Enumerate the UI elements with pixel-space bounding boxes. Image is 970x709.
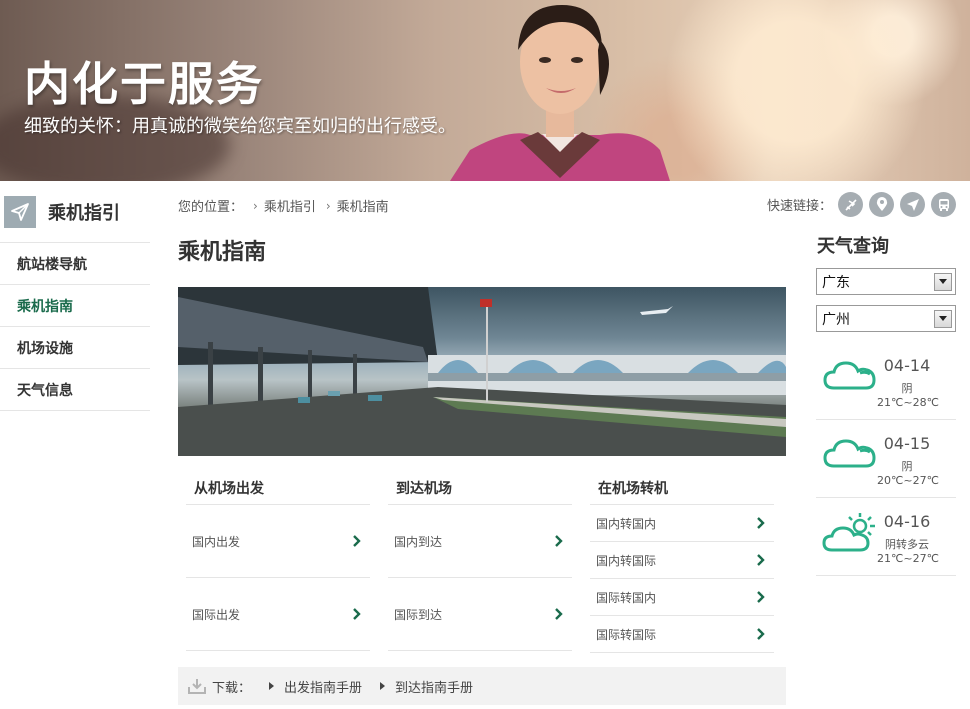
sidebar-item-terminal-nav[interactable]: 航站楼导航	[0, 243, 150, 285]
paper-plane-icon	[4, 195, 36, 228]
link-label: 国内转国际	[596, 553, 657, 568]
weather-condition: 阴转多云	[885, 538, 929, 551]
link-label: 国际到达	[394, 607, 443, 622]
weather-title: 天气查询	[817, 236, 889, 257]
dropdown-arrow-icon	[934, 309, 952, 328]
link-label: 国际转国际	[596, 627, 657, 642]
triangle-right-icon	[380, 682, 386, 690]
sidebar-title: 乘机指引	[48, 202, 120, 224]
weather-panel: 天气查询 广东 广州 04-14 阴 21℃~28℃ 04-15 阴 20℃~2…	[816, 232, 956, 576]
weather-day: 04-14 阴 21℃~28℃	[816, 342, 956, 420]
province-value: 广东	[822, 274, 850, 291]
city-value: 广州	[822, 311, 850, 328]
column-heading: 到达机场	[388, 468, 572, 505]
download-label: 下载：	[212, 680, 252, 696]
banner-attendant-image	[450, 5, 670, 181]
chevron-right-icon	[757, 517, 765, 529]
weather-day: 04-16 阴转多云 21℃~27℃	[816, 498, 956, 576]
breadcrumb-prefix: 您的位置：	[178, 200, 244, 215]
link-international-departure[interactable]: 国际出发	[186, 578, 370, 651]
link-label: 国际转国内	[596, 590, 657, 605]
column-departure: 从机场出发 国内出发 国际出发	[186, 468, 370, 651]
sidebar-item-facilities[interactable]: 机场设施	[0, 327, 150, 369]
sidebar: 乘机指引 航站楼导航 乘机指南 机场设施 天气信息	[0, 181, 150, 411]
link-domestic-departure[interactable]: 国内出发	[186, 505, 370, 578]
chevron-right-icon	[555, 608, 563, 620]
weather-temp: 21℃~27℃	[877, 552, 939, 565]
sidebar-header: 乘机指引	[0, 181, 150, 243]
triangle-right-icon	[269, 682, 275, 690]
download-arrival-guide[interactable]: 到达指南手册	[395, 677, 473, 696]
breadcrumb-separator-icon: ›	[253, 198, 258, 213]
plane-icon[interactable]	[838, 192, 863, 217]
column-heading: 在机场转机	[590, 468, 774, 505]
column-arrival: 到达机场 国内到达 国际到达	[388, 468, 572, 651]
link-label: 国际出发	[192, 607, 241, 622]
link-label: 国内出发	[192, 534, 241, 549]
chevron-right-icon	[757, 591, 765, 603]
breadcrumb-item-guide[interactable]: 乘机指南	[337, 196, 389, 215]
download-departure-guide[interactable]: 出发指南手册	[284, 677, 362, 696]
banner-title: 内化于服务	[24, 57, 264, 111]
navigation-arrow-icon[interactable]	[900, 192, 925, 217]
header-banner: 内化于服务 细致的关怀：用真诚的微笑给您宾至如归的出行感受。	[0, 0, 970, 181]
breadcrumb-separator-icon: ›	[325, 198, 331, 213]
weather-condition: 阴	[901, 460, 913, 473]
airport-hero-image	[178, 287, 786, 456]
chevron-right-icon	[757, 554, 765, 566]
weather-temp: 21℃~28℃	[877, 396, 939, 409]
weather-temp: 20℃~27℃	[877, 474, 939, 487]
weather-date: 04-14	[883, 356, 931, 375]
column-heading: 从机场出发	[186, 468, 370, 505]
chevron-right-icon	[353, 608, 361, 620]
column-transfer: 在机场转机 国内转国内 国内转国际 国际转国内 国际转国际	[590, 468, 774, 653]
link-international-to-domestic[interactable]: 国际转国内	[590, 579, 774, 616]
breadcrumb: 您的位置： › 乘机指引 › 乘机指南	[178, 196, 389, 216]
chevron-right-icon	[555, 535, 563, 547]
breadcrumb-item-boarding[interactable]: 乘机指引	[264, 196, 316, 215]
page-title: 乘机指南	[178, 240, 267, 265]
city-select[interactable]: 广州	[816, 305, 956, 332]
link-domestic-to-international[interactable]: 国内转国际	[590, 542, 774, 579]
quick-links: 快速链接：	[767, 192, 956, 217]
location-pin-icon[interactable]	[869, 192, 894, 217]
link-label: 国内转国内	[596, 516, 657, 531]
sidebar-item-weather[interactable]: 天气信息	[0, 369, 150, 411]
link-domestic-arrival[interactable]: 国内到达	[388, 505, 572, 578]
link-domestic-to-domestic[interactable]: 国内转国内	[590, 505, 774, 542]
weather-date: 04-16	[883, 512, 931, 531]
banner-subtitle: 细致的关怀：用真诚的微笑给您宾至如归的出行感受。	[24, 116, 456, 137]
bus-icon[interactable]	[931, 192, 956, 217]
link-international-arrival[interactable]: 国际到达	[388, 578, 572, 651]
weather-date: 04-15	[883, 434, 931, 453]
link-label: 国内到达	[394, 534, 443, 549]
chevron-right-icon	[353, 535, 361, 547]
weather-condition: 阴	[901, 382, 913, 395]
download-bar: 下载： 出发指南手册 到达指南手册	[178, 667, 786, 705]
province-select[interactable]: 广东	[816, 268, 956, 295]
download-icon	[188, 679, 206, 694]
dropdown-arrow-icon	[934, 272, 952, 291]
sidebar-item-boarding-guide[interactable]: 乘机指南	[0, 285, 150, 327]
weather-day: 04-15 阴 20℃~27℃	[816, 420, 956, 498]
link-international-to-international[interactable]: 国际转国际	[590, 616, 774, 653]
quick-links-label: 快速链接：	[766, 199, 832, 214]
chevron-right-icon	[757, 628, 765, 640]
